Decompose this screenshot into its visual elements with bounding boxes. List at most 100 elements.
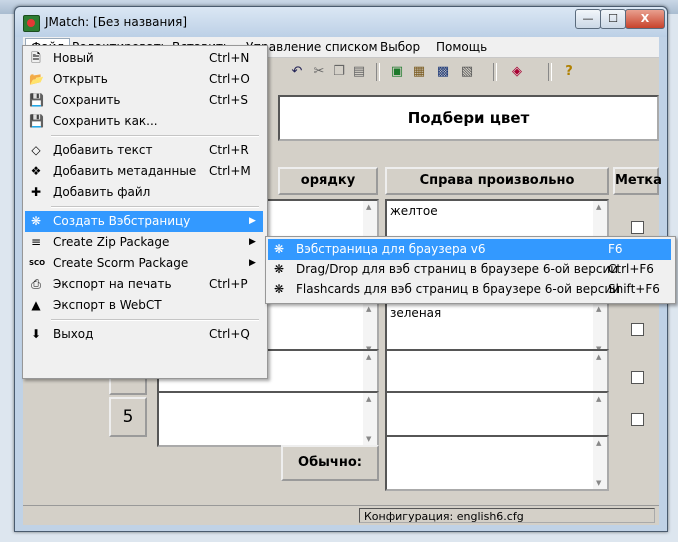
toolbar-separator [548,63,552,81]
open-folder-icon: 📂 [29,72,44,86]
save-icon: 💾 [29,93,44,107]
menu-item-shortcut: Ctrl+S [209,93,249,107]
toolbar-separator [376,63,380,81]
minimize-button[interactable]: — [575,9,601,29]
menu-item[interactable]: 🗎 Новый Ctrl+N [25,48,263,69]
file-menu: 🗎 Новый Ctrl+N 📂 Открыть Ctrl+O 💾 Сохранить Ctrl… [22,45,268,379]
jmatch-app-icon[interactable] [23,15,40,32]
exercise-title-field[interactable]: Подбери цвет [278,95,659,141]
menu-item-shortcut: Ctrl+Q [209,327,250,341]
menu-item[interactable]: ≡ Create Zip Package ▶ [25,232,263,253]
save-as-icon: 💾 [29,114,44,128]
copy-icon[interactable]: ❐ [330,63,348,81]
right-item-text: желтое [390,204,438,218]
menu-item-label: Сохранить [53,93,121,107]
print-icon: ⎙ [31,277,41,291]
status-config: Конфигурация: english6.cfg [359,508,655,523]
default-label: Обычно: [281,445,379,481]
menu-item[interactable]: ⬇ Выход Ctrl+Q [25,324,263,345]
menu-item-shortcut: Shift+F6 [608,282,660,296]
menu-item-label: Flashcards для вэб страниц в браузере 6-… [296,282,620,296]
flashcards-icon: ❋ [273,282,285,296]
web-page-icon: ❋ [273,242,285,256]
cut-icon[interactable]: ✂ [310,63,328,81]
menu-separator [51,319,259,321]
menu-item-shortcut: Ctrl+N [209,51,250,65]
menu-item[interactable]: ❋ Вэбстраница для браузера v6 F6 [268,239,671,260]
scrollbar[interactable]: ▲▼ [593,437,607,489]
mark-checkbox[interactable] [631,371,644,384]
mark-checkbox[interactable] [631,323,644,336]
title-bar[interactable]: JMatch: [Без названия] — ☐ X [15,7,667,37]
menu-select[interactable]: Выбор [375,39,425,55]
help-icon[interactable]: ? [560,63,578,81]
metadata-icon: ❖ [30,164,42,178]
menu-item-shortcut: Ctrl+P [209,277,248,291]
webct-icon: ▲ [31,298,41,312]
menu-item[interactable]: 💾 Сохранить Ctrl+S [25,90,263,111]
undo-icon[interactable]: ↶ [288,63,306,81]
menu-item-label: Drag/Drop для вэб страниц в браузере 6-о… [296,262,619,276]
drag-drop-icon: ❋ [273,262,285,276]
left-item-field[interactable]: ▲▼ [157,391,379,447]
new-file-icon: 🗎 [31,51,41,65]
maximize-button[interactable]: ☐ [600,9,626,29]
menu-item[interactable]: ✚ Добавить файл [25,182,263,203]
menu-item-shortcut: Ctrl+M [209,164,251,178]
menu-item-label: Добавить файл [53,185,151,199]
menu-help[interactable]: Помощь [431,39,492,55]
zip-icon: ≡ [30,235,42,249]
scrollbar[interactable]: ▲▼ [363,303,377,355]
scrollbar[interactable]: ▲▼ [593,303,607,355]
menu-item-shortcut: Ctrl+R [209,143,249,157]
menu-item-label: Открыть [53,72,108,86]
menu-item[interactable]: ⎙ Экспорт на печать Ctrl+P [25,274,263,295]
status-bar: Конфигурация: english6.cfg [23,505,659,525]
desktop-left-strip [0,14,14,542]
web-page-icon[interactable]: ▣ [388,63,406,81]
mark-checkbox[interactable] [631,221,644,234]
menu-item-label: Сохранить как... [53,114,158,128]
menu-separator [51,135,259,137]
header-left-column: орядку [278,167,378,195]
menu-item-label: Выход [53,327,94,341]
paste-icon[interactable]: ▤ [350,63,368,81]
close-button[interactable]: X [625,9,665,29]
menu-item-label: Экспорт на печать [53,277,172,291]
scrollbar[interactable]: ▲▼ [363,393,377,445]
web-page-icon: ❋ [30,214,42,228]
menu-item[interactable]: ❋ Drag/Drop для вэб страниц в браузере 6-… [268,259,671,280]
menu-item[interactable]: 📂 Открыть Ctrl+O [25,69,263,90]
menu-item-label: Создать Вэбстраницу [53,214,191,228]
menu-item[interactable]: ❋ Flashcards для вэб страниц в браузере 6… [268,279,671,300]
menu-item[interactable]: ❋ Создать Вэбстраницу ▶ [25,211,263,232]
color-icon[interactable]: ◈ [508,63,526,81]
menu-item[interactable]: ❖ Добавить метаданные Ctrl+M [25,161,263,182]
menu-item-label: Добавить метаданные [53,164,197,178]
menu-item[interactable]: 💾 Сохранить как... [25,111,263,132]
menu-item[interactable]: ◇ Добавить текст Ctrl+R [25,140,263,161]
header-mark-column: Метка [613,167,662,195]
add-file-icon: ✚ [30,185,42,199]
menu-item-shortcut: Ctrl+F6 [608,262,654,276]
menu-item[interactable]: SCO Create Scorm Package ▶ [25,253,263,274]
web-page-submenu: ❋ Вэбстраница для браузера v6 F6 ❋ Drag/Drop… [265,236,676,304]
submenu-arrow-icon: ▶ [249,237,256,247]
scorm-icon[interactable]: ▧ [458,63,476,81]
menu-item-label: Добавить текст [53,143,153,157]
drag-drop-icon[interactable]: ▦ [410,63,428,81]
menu-item-label: Create Scorm Package [53,256,189,270]
menu-item[interactable]: ▲ Экспорт в WebCT [25,295,263,316]
scorm-icon: SCO [29,259,46,267]
menu-item-shortcut: F6 [608,242,623,256]
flashcards-icon[interactable]: ▩ [434,63,452,81]
menu-item-label: Create Zip Package [53,235,170,249]
exit-icon: ⬇ [30,327,42,341]
menu-separator [51,206,259,208]
default-item-field[interactable]: ▲ ▼ [385,435,609,491]
window-title: JMatch: [Без названия] [45,15,188,29]
add-text-icon: ◇ [31,143,41,157]
mark-checkbox[interactable] [631,413,644,426]
submenu-arrow-icon: ▶ [249,216,256,226]
submenu-arrow-icon: ▶ [249,258,256,268]
